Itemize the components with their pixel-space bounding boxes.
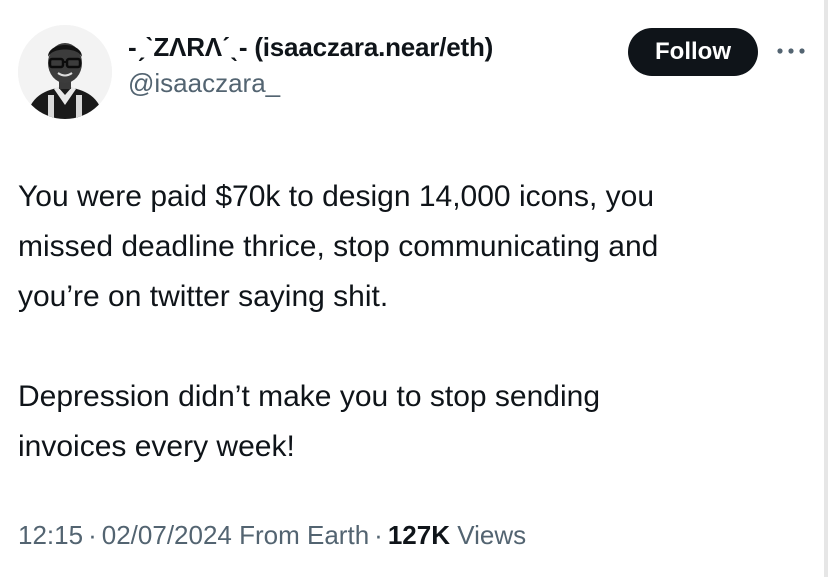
tweet-text-line: missed deadline thrice, stop communicati… [18, 230, 659, 263]
meta-separator: · [88, 520, 97, 550]
tweet-text-line: invoices every week! [18, 430, 295, 463]
more-horizontal-icon [777, 48, 805, 54]
scrollbar-edge[interactable] [824, 0, 828, 577]
more-options-button[interactable] [776, 36, 806, 66]
avatar[interactable] [18, 25, 112, 119]
tweet-card: -ˏˋZΛRΛˊˎ- (isaaczara.near/eth) @isaacza… [0, 0, 828, 577]
author-handle[interactable]: @isaaczara_ [128, 66, 493, 100]
tweet-time[interactable]: 12:15 [18, 520, 83, 550]
meta-separator: · [374, 520, 383, 550]
tweet-text-line: You were paid $70k to design 14,000 icon… [18, 180, 655, 213]
tweet-meta: 12:15 · 02/07/2024 From Earth · 127K Views [18, 515, 526, 555]
follow-button[interactable]: Follow [628, 28, 758, 76]
tweet-source: From Earth [239, 520, 370, 550]
tweet-text-line: Depression didn’t make you to stop sendi… [18, 380, 601, 413]
tweet-text: You were paid $70k to design 14,000 icon… [18, 172, 818, 472]
views-count[interactable]: 127K [388, 520, 450, 550]
author-block: -ˏˋZΛRΛˊˎ- (isaaczara.near/eth) @isaacza… [128, 30, 493, 100]
tweet-date[interactable]: 02/07/2024 [102, 520, 232, 550]
tweet-text-line: you’re on twitter saying shit. [18, 280, 389, 313]
profile-photo-icon [18, 25, 112, 119]
views-label: Views [457, 520, 527, 550]
author-display-name[interactable]: -ˏˋZΛRΛˊˎ- (isaaczara.near/eth) [128, 30, 493, 64]
